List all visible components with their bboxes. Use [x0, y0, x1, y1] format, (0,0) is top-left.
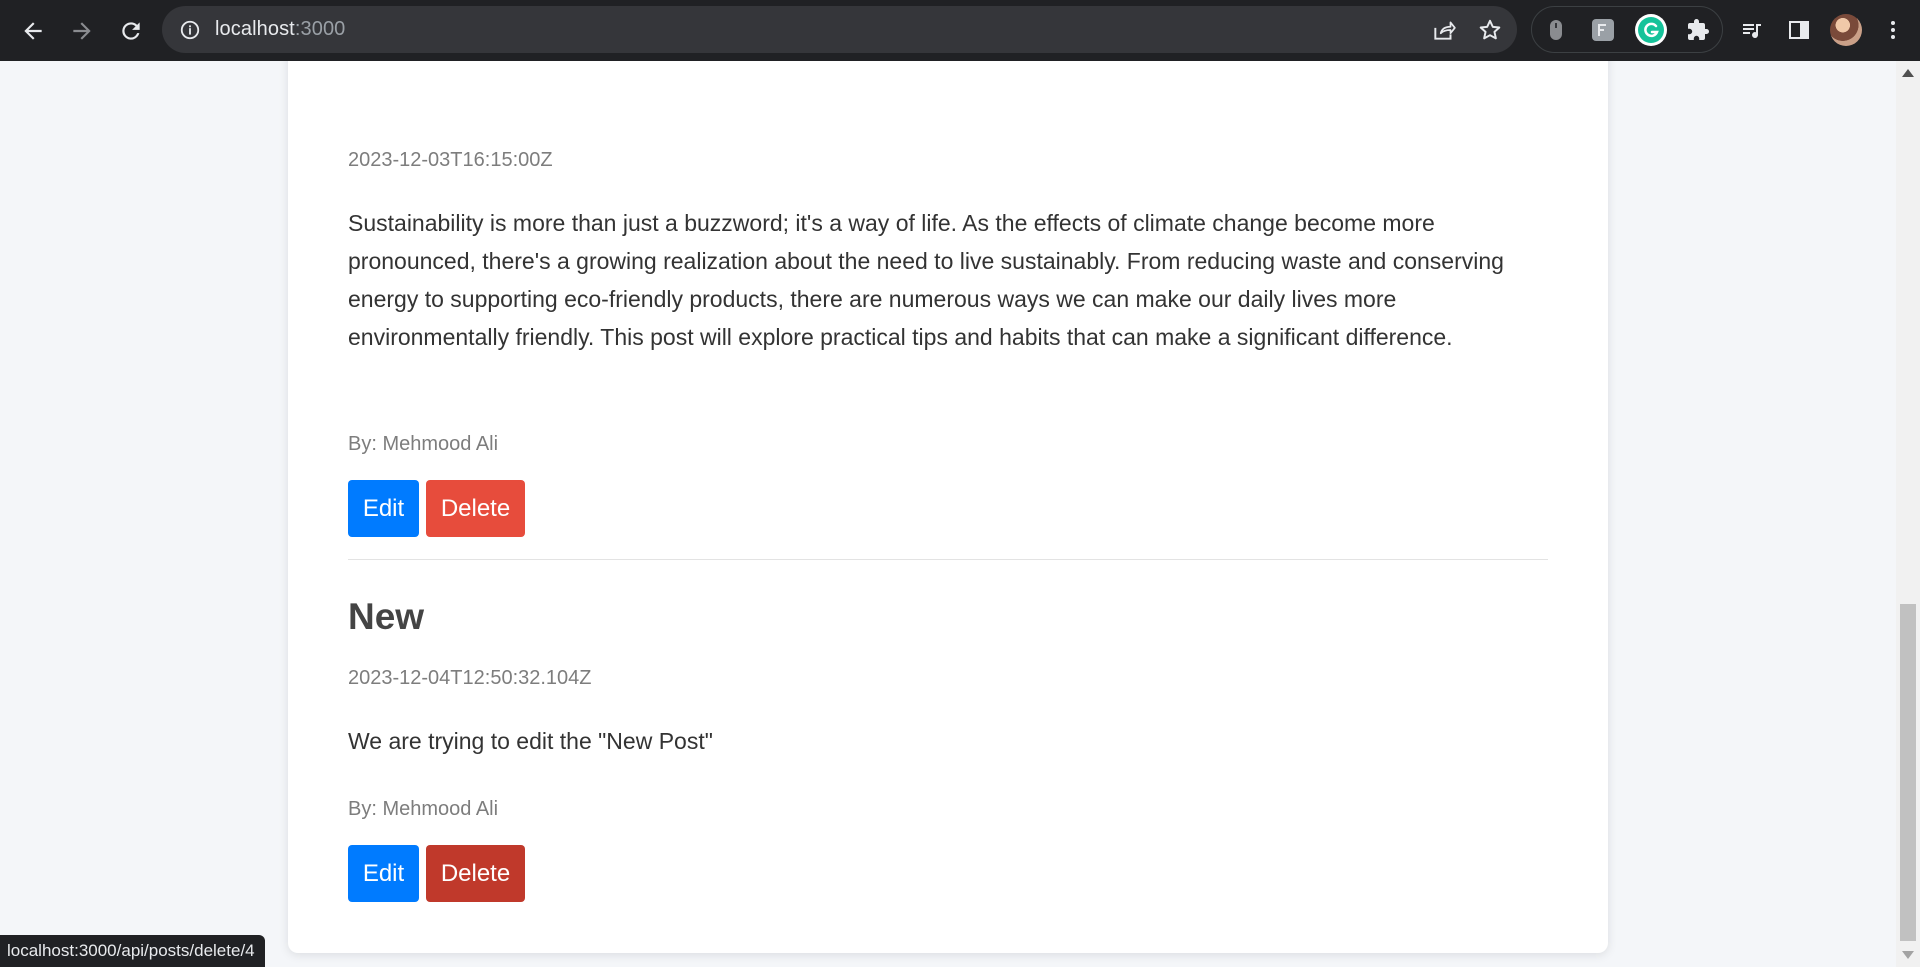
- profile-avatar: [1829, 13, 1862, 46]
- post-author: By: Mehmood Ali: [348, 433, 499, 455]
- page-scrollbar[interactable]: [1896, 61, 1920, 967]
- extensions-group: [1531, 6, 1723, 53]
- url-port: :3000: [294, 18, 346, 40]
- url-text: localhost:3000: [215, 18, 345, 41]
- post-author: By: Mehmood Ali: [348, 798, 499, 820]
- posts-card: 2023-12-03T16:15:00Z Sustainability is m…: [288, 61, 1608, 953]
- browser-toolbar: localhost:3000: [0, 0, 1920, 61]
- omnibox-actions: [1431, 6, 1503, 53]
- toolbar-right: [1728, 6, 1916, 53]
- address-bar[interactable]: localhost:3000: [162, 6, 1517, 53]
- back-button[interactable]: [9, 7, 57, 55]
- edit-button[interactable]: Edit: [348, 480, 419, 537]
- forward-button[interactable]: [58, 7, 106, 55]
- post-divider: [348, 559, 1548, 560]
- post-body: Sustainability is more than just a buzzw…: [348, 210, 1504, 350]
- post-body: We are trying to edit the "New Post": [348, 728, 713, 754]
- reload-button[interactable]: [107, 7, 155, 55]
- url-host: localhost: [215, 18, 295, 40]
- chrome-menu-button[interactable]: [1869, 6, 1916, 53]
- side-panel-icon: [1788, 20, 1809, 39]
- post-title: New: [348, 596, 425, 637]
- reload-icon: [122, 21, 140, 40]
- queue-music-icon: [1742, 23, 1761, 38]
- delete-button[interactable]: Delete: [426, 480, 525, 537]
- share-icon[interactable]: [1431, 17, 1457, 43]
- forward-arrow-icon: [73, 21, 91, 40]
- media-control-button[interactable]: [1728, 6, 1775, 53]
- page-viewport: 2023-12-03T16:15:00Z Sustainability is m…: [0, 61, 1896, 967]
- grammarly-icon: [1634, 13, 1667, 46]
- font-extension-icon: [1592, 18, 1615, 41]
- profile-button[interactable]: [1822, 6, 1869, 53]
- scroll-up-arrow-icon[interactable]: [1902, 69, 1914, 77]
- extensions-button[interactable]: [1675, 6, 1723, 53]
- side-panel-button[interactable]: [1775, 6, 1822, 53]
- post-date: 2023-12-04T12:50:32.104Z: [348, 667, 592, 689]
- mouse-extension-icon: [1549, 19, 1562, 40]
- back-arrow-icon: [24, 21, 42, 40]
- edit-button[interactable]: Edit: [348, 845, 419, 902]
- site-info-icon[interactable]: [179, 19, 201, 41]
- extension-square[interactable]: [1580, 6, 1628, 53]
- puzzle-icon: [1688, 18, 1710, 40]
- more-vert-icon: [1890, 20, 1895, 39]
- extension-mouse[interactable]: [1532, 6, 1580, 53]
- post-date: 2023-12-03T16:15:00Z: [348, 149, 553, 171]
- scrollbar-thumb[interactable]: [1900, 604, 1916, 941]
- bookmark-star-icon[interactable]: [1477, 17, 1503, 43]
- delete-button[interactable]: Delete: [426, 845, 525, 902]
- scroll-down-arrow-icon[interactable]: [1902, 951, 1914, 959]
- link-status-bubble: localhost:3000/api/posts/delete/4: [0, 935, 265, 967]
- extension-grammarly[interactable]: [1627, 6, 1675, 53]
